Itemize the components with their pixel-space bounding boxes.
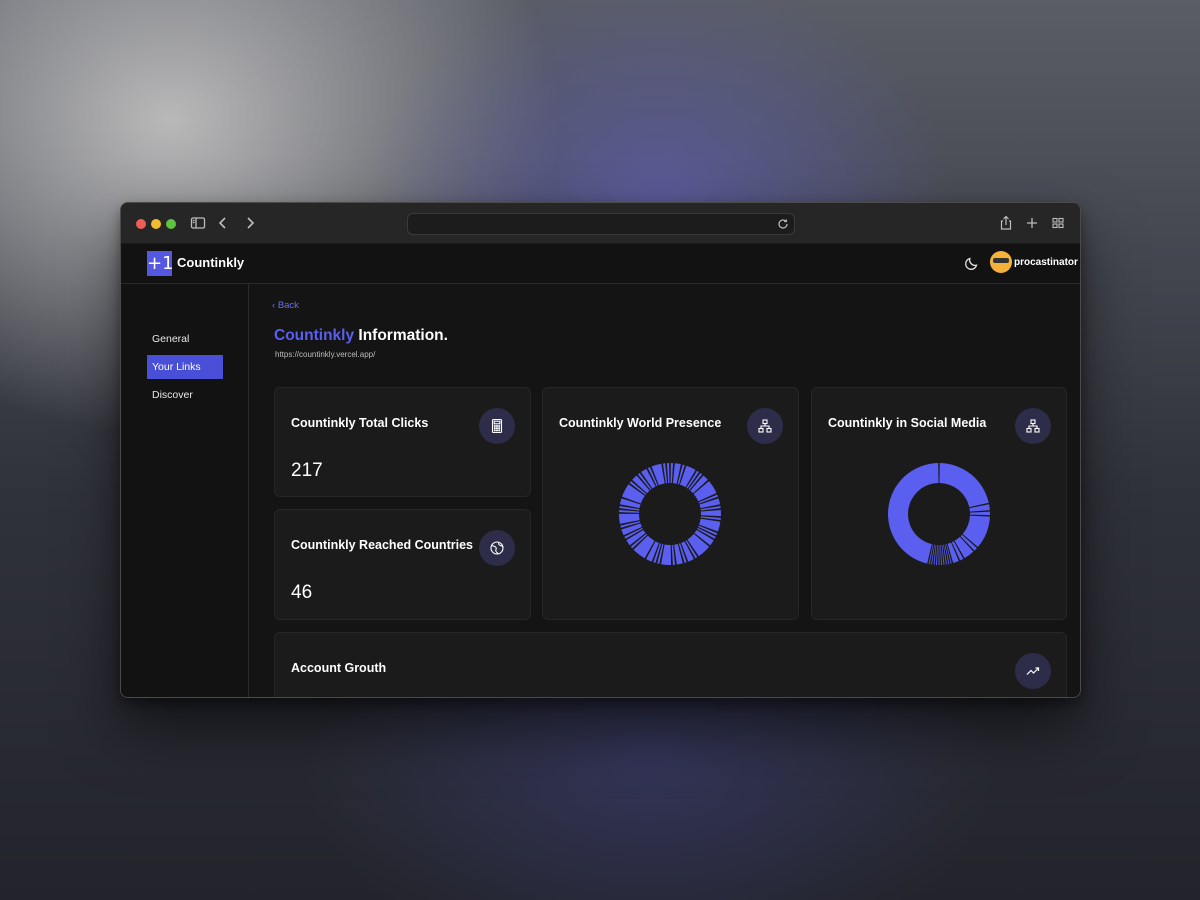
zoom-window-button[interactable]: [166, 219, 176, 229]
new-tab-icon[interactable]: [1023, 214, 1041, 232]
account-growth-card: Account Grouth: [274, 632, 1067, 697]
total-clicks-card: Countinkly Total Clicks 217: [274, 387, 531, 497]
donut-segment: [674, 544, 683, 565]
avatar[interactable]: [990, 251, 1012, 273]
app-name[interactable]: Countinkly: [177, 255, 244, 270]
card-value: 217: [291, 460, 323, 481]
reload-icon[interactable]: [776, 217, 790, 231]
page-title: Countinkly Information.: [274, 327, 448, 345]
world-presence-card: Countinkly World Presence: [542, 387, 799, 620]
sidebar-item-general[interactable]: General: [147, 327, 223, 351]
card-title: Countinkly World Presence: [559, 416, 722, 430]
browser-titlebar: [121, 203, 1080, 244]
minimize-window-button[interactable]: [151, 219, 161, 229]
donut-segment: [936, 544, 938, 565]
donut-segment: [651, 463, 665, 486]
sidebar-item-your-links[interactable]: Your Links: [147, 355, 223, 379]
donut-segment: [666, 463, 670, 484]
card-title: Countinkly in Social Media: [828, 416, 987, 430]
sidebar-toggle-icon[interactable]: [189, 214, 207, 232]
close-window-button[interactable]: [136, 219, 146, 229]
donut-segment: [938, 544, 940, 565]
page-title-accent: Countinkly: [274, 327, 355, 344]
forward-arrow-icon[interactable]: [241, 214, 259, 232]
network-icon[interactable]: [747, 408, 783, 444]
card-title: Countinkly Reached Countries: [291, 538, 473, 552]
main-content: ‹ Back Countinkly Information. https://c…: [249, 284, 1080, 697]
sidebar-item-discover[interactable]: Discover: [147, 383, 223, 407]
donut-segment: [939, 463, 989, 508]
card-title: Countinkly Total Clicks: [291, 416, 429, 430]
tab-overview-icon[interactable]: [1049, 214, 1067, 232]
card-title: Account Grouth: [291, 661, 387, 675]
chevron-left-icon: ‹: [272, 300, 276, 311]
app-header: +1 Countinkly procastinator: [121, 244, 1080, 284]
donut-segment: [888, 463, 939, 564]
username[interactable]: procastinator: [1014, 257, 1078, 268]
donut-segment: [619, 509, 640, 513]
address-bar[interactable]: [407, 213, 795, 235]
social-media-card: Countinkly in Social Media: [811, 387, 1067, 620]
reached-countries-card: Countinkly Reached Countries 46: [274, 509, 531, 620]
world-presence-donut-chart: [619, 463, 721, 565]
card-value: 46: [291, 582, 313, 603]
donut-segment: [969, 511, 990, 516]
back-arrow-icon[interactable]: [214, 214, 232, 232]
browser-window: +1 Countinkly procastinator General Your…: [121, 203, 1080, 697]
page-url: https://countinkly.vercel.app/: [275, 350, 376, 359]
social-media-donut-chart: [888, 463, 990, 565]
network-icon[interactable]: [1015, 408, 1051, 444]
globe-icon[interactable]: [479, 530, 515, 566]
trending-up-icon[interactable]: [1015, 653, 1051, 689]
donut-segment: [700, 509, 721, 517]
back-link[interactable]: ‹ Back: [272, 300, 299, 311]
donut-segment: [940, 544, 942, 565]
calculator-icon[interactable]: [479, 408, 515, 444]
sidebar: General Your Links Discover: [121, 284, 249, 697]
donut-segment: [699, 518, 721, 532]
share-icon[interactable]: [997, 214, 1015, 232]
page-title-rest: Information.: [358, 327, 448, 344]
donut-segment: [671, 544, 676, 565]
back-label: Back: [277, 300, 299, 311]
app-logo[interactable]: +1: [147, 251, 174, 276]
moon-icon[interactable]: [963, 255, 980, 272]
donut-segment: [670, 463, 674, 484]
